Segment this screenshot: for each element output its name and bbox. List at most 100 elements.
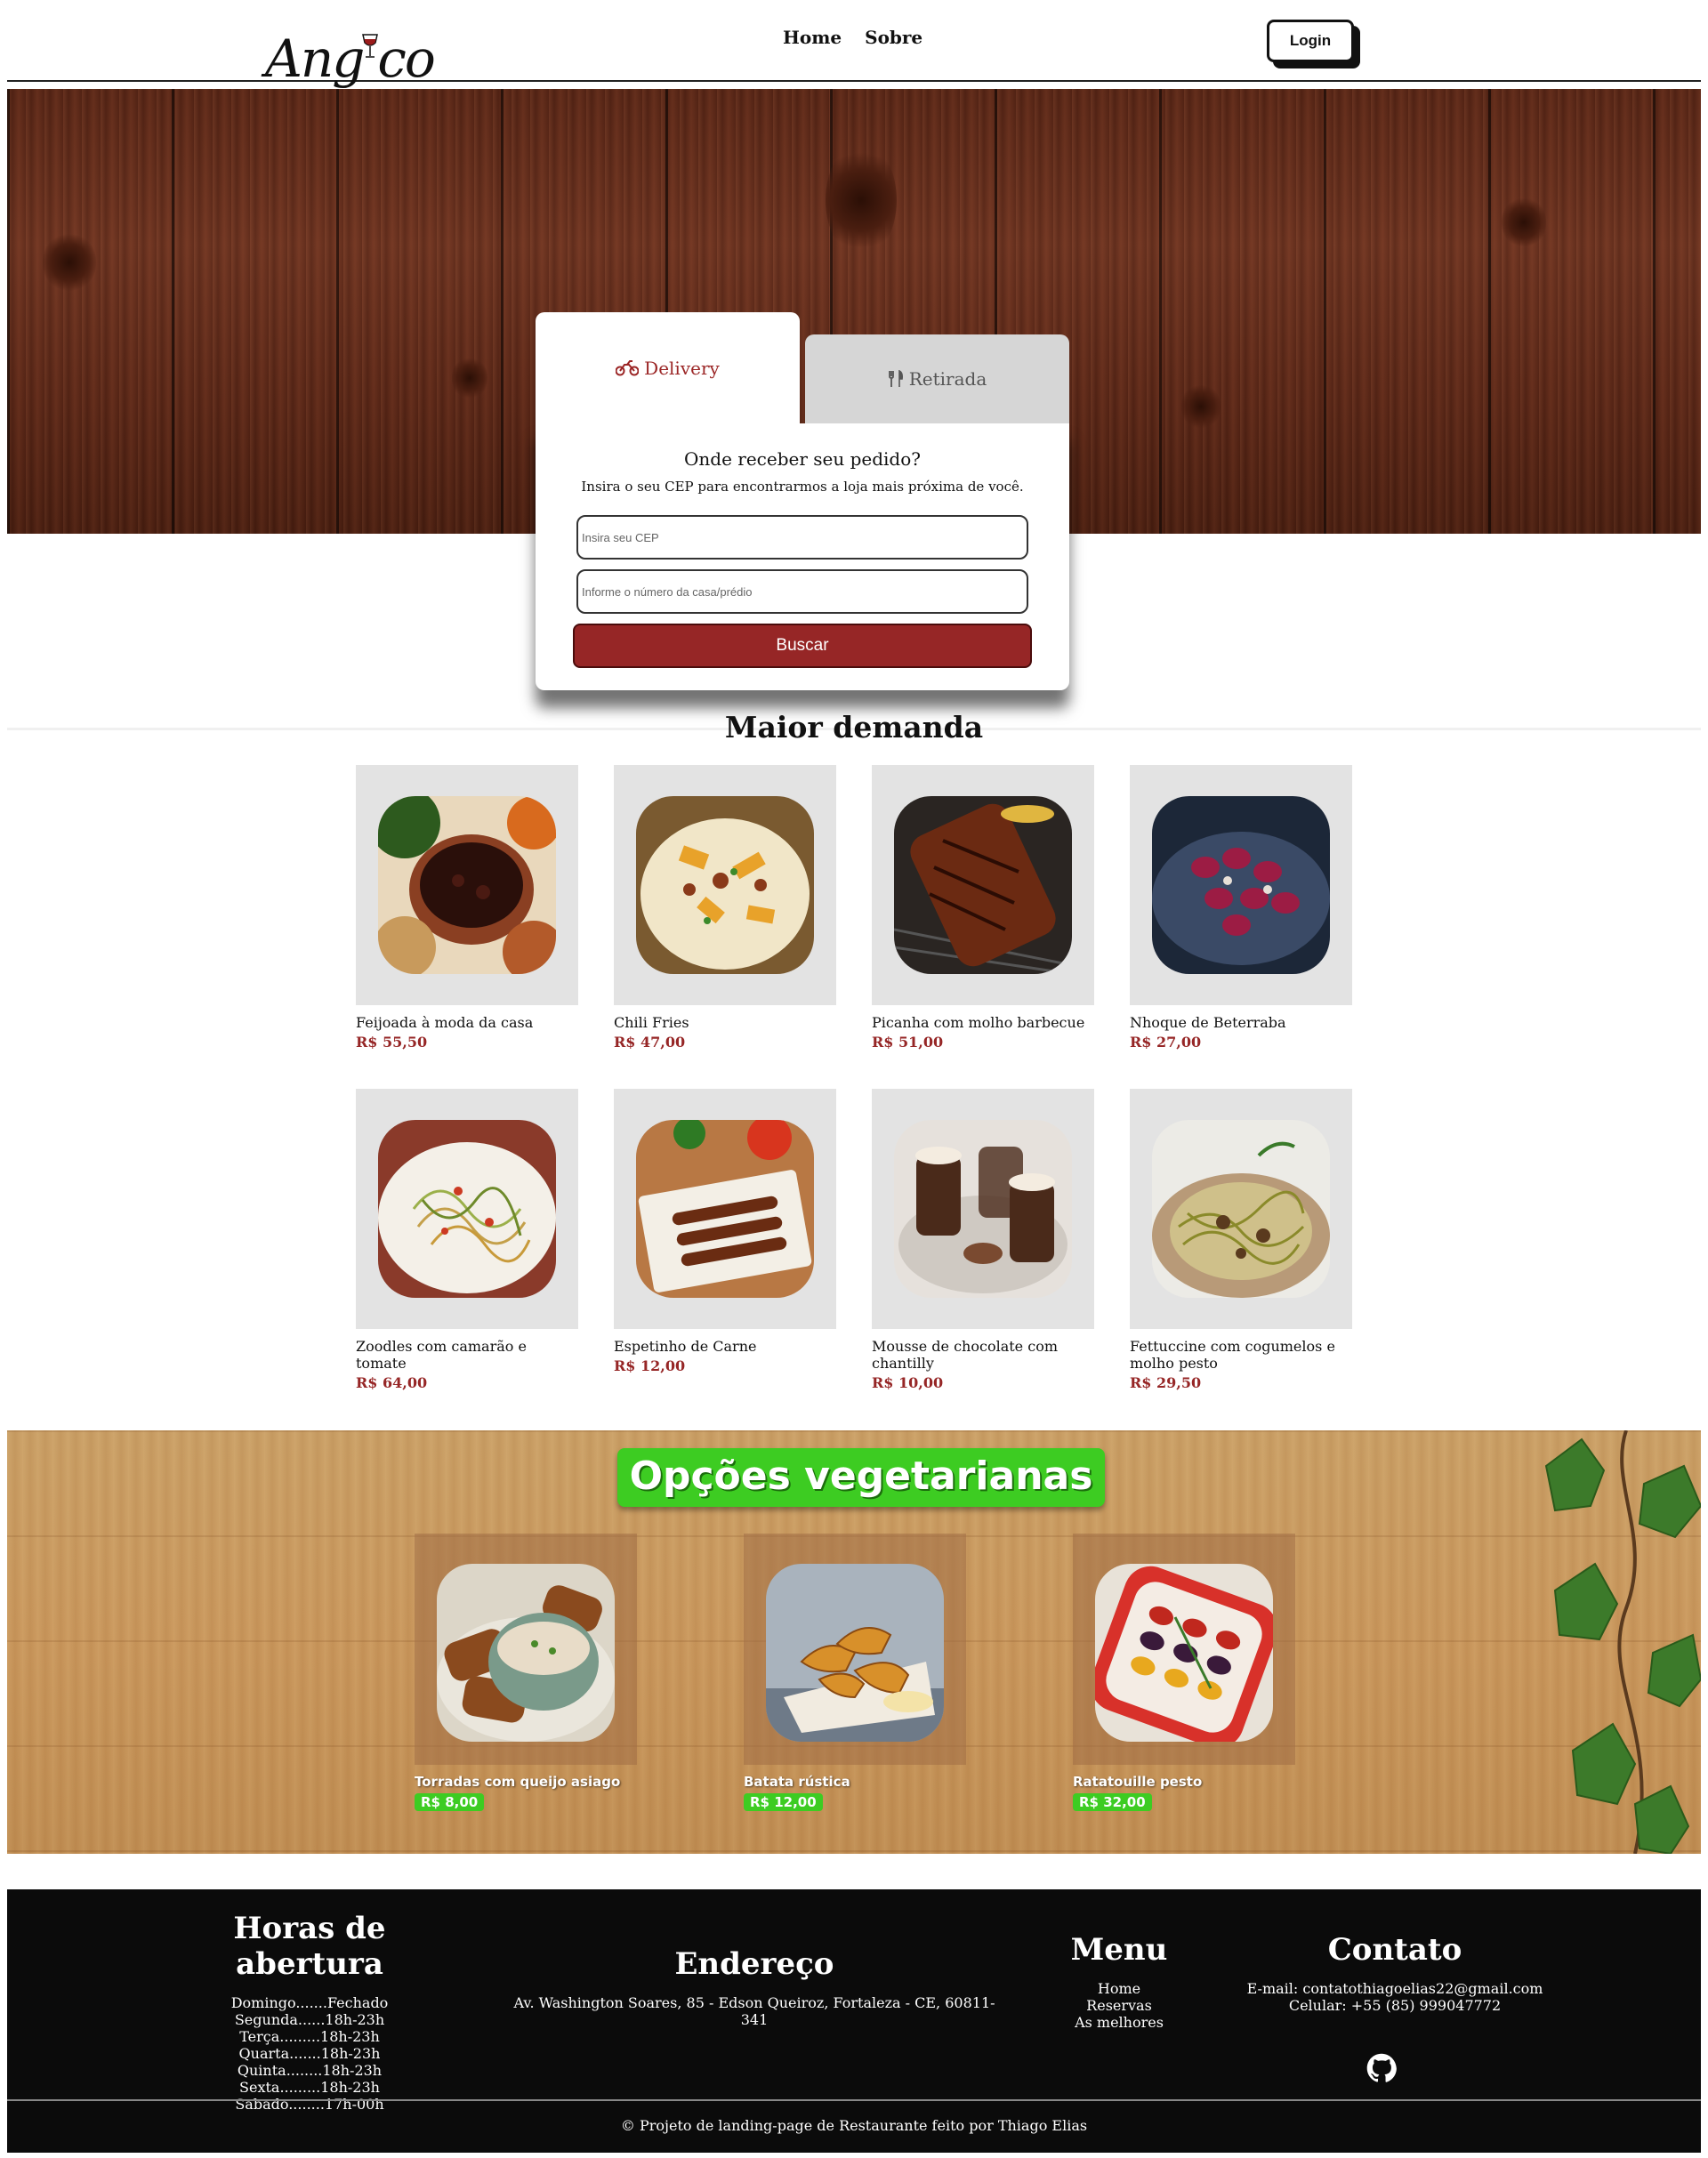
- dish-tile: [614, 1089, 836, 1329]
- veg-dish-price: R$ 8,00: [415, 1793, 485, 1811]
- vegetarian-section: Opções vegetarianas Torradas com queijo …: [7, 1430, 1701, 1854]
- logo-text-right: co: [377, 28, 435, 89]
- footer-address-title: Endereço: [674, 1946, 834, 1982]
- dish-tile: [872, 765, 1094, 1005]
- dish-photo: [1152, 1120, 1330, 1298]
- main-nav: Home Sobre: [783, 27, 922, 48]
- footer-contact: Contato E-mail: contatothiagoelias22@gma…: [1208, 1932, 1582, 2014]
- hours-line: Segunda......18h-23h: [234, 2011, 385, 2028]
- veg-dish-tile: [1073, 1534, 1295, 1765]
- dish-name: Espetinho de Carne: [614, 1338, 757, 1355]
- dish-card[interactable]: Feijoada à moda da casa R$ 55,50: [356, 765, 578, 1051]
- dish-name: Chili Fries: [614, 1014, 689, 1031]
- hours-line: Sabado........17h-00h: [235, 2096, 384, 2113]
- dish-price: R$ 27,00: [1130, 1034, 1202, 1051]
- dish-card[interactable]: Picanha com molho barbecue R$ 51,00: [872, 765, 1094, 1051]
- dish-tile: [356, 765, 578, 1005]
- veg-dish-card[interactable]: Ratatouille pesto R$ 32,00: [1073, 1534, 1295, 1811]
- hours-line: Quinta........18h-23h: [237, 2062, 383, 2079]
- tab-retirada[interactable]: Retirada: [805, 334, 1069, 423]
- order-card: Delivery Retirada Onde receber seu pedid…: [536, 312, 1069, 690]
- dish-tile: [614, 765, 836, 1005]
- dish-name: Feijoada à moda da casa: [356, 1014, 534, 1031]
- motorcycle-icon: [616, 359, 640, 375]
- dish-name: Fettuccine com cogumelos e molho pesto: [1130, 1338, 1335, 1372]
- tab-retirada-label: Retirada: [908, 368, 987, 390]
- hours-line: Terça.........18h-23h: [239, 2028, 380, 2045]
- footer-address: Endereço Av. Washington Soares, 85 - Eds…: [505, 1946, 1003, 2028]
- contact-phone: Celular: +55 (85) 999047772: [1288, 1997, 1502, 2014]
- dish-photo: [894, 796, 1072, 974]
- veg-dish-price: R$ 32,00: [1073, 1793, 1152, 1811]
- nav-sobre-link[interactable]: Sobre: [865, 27, 922, 48]
- footer-menu-home-link[interactable]: Home: [1012, 1980, 1226, 1997]
- footer-contact-title: Contato: [1327, 1932, 1462, 1968]
- house-number-input[interactable]: [576, 569, 1028, 614]
- veg-dish-name: Torradas com queijo asiago: [415, 1774, 621, 1790]
- veg-dish-name: Ratatouille pesto: [1073, 1774, 1203, 1790]
- dish-tile: [356, 1089, 578, 1329]
- dish-photo: [894, 1120, 1072, 1298]
- veg-dish-photo: [1095, 1564, 1273, 1742]
- section-title-vegetarianas: Opções vegetarianas: [617, 1448, 1105, 1507]
- dish-photo: [378, 1120, 556, 1298]
- buscar-button[interactable]: Buscar: [573, 624, 1032, 668]
- dish-name: Nhoque de Beterraba: [1130, 1014, 1286, 1031]
- nav-home-link[interactable]: Home: [783, 27, 842, 48]
- copyright-text: © Projeto de landing-page de Restaurante…: [620, 2117, 1088, 2134]
- address-text: Av. Washington Soares, 85 - Edson Queiro…: [513, 1994, 995, 2028]
- site-footer: Horas de abertura Domingo.......Fechado …: [7, 1889, 1701, 2153]
- hours-line: Sexta.........18h-23h: [239, 2079, 380, 2096]
- dish-tile: [1130, 1089, 1352, 1329]
- dish-price: R$ 47,00: [614, 1034, 686, 1051]
- footer-menu-title: Menu: [1070, 1932, 1168, 1968]
- logo[interactable]: Ang co: [265, 11, 436, 89]
- dish-price: R$ 64,00: [356, 1374, 428, 1391]
- hours-line: Quarta.......18h-23h: [238, 2045, 381, 2062]
- dish-name: Mousse de chocolate com chantilly: [872, 1338, 1058, 1372]
- contact-email[interactable]: E-mail: contatothiagoelias22@gmail.com: [1208, 1980, 1582, 1997]
- section-title-maior-demanda: Maior demanda: [724, 710, 984, 745]
- veg-dish-tile: [415, 1534, 637, 1765]
- dish-price: R$ 29,50: [1130, 1374, 1202, 1391]
- veg-dish-price: R$ 12,00: [744, 1793, 823, 1811]
- dish-photo: [636, 1120, 814, 1298]
- footer-divider: [7, 2099, 1701, 2101]
- footer-menu-melhores-link[interactable]: As melhores: [1012, 2014, 1226, 2031]
- dish-card[interactable]: Espetinho de Carne R$ 12,00: [614, 1089, 836, 1374]
- order-title: Onde receber seu pedido?: [683, 448, 921, 470]
- veg-dish-card[interactable]: Batata rústica R$ 12,00: [744, 1534, 966, 1811]
- order-form: Onde receber seu pedido? Insira o seu CE…: [536, 423, 1069, 690]
- dish-price: R$ 51,00: [872, 1034, 944, 1051]
- dish-price: R$ 12,00: [614, 1357, 686, 1374]
- order-subtitle: Insira o seu CEP para encontrarmos a loj…: [581, 479, 1024, 495]
- veg-dish-photo: [766, 1564, 944, 1742]
- dish-name: Picanha com molho barbecue: [872, 1014, 1085, 1031]
- tab-delivery[interactable]: Delivery: [536, 312, 800, 423]
- logo-text-left: Ang: [265, 28, 365, 89]
- dish-card[interactable]: Zoodles com camarão e tomate R$ 64,00: [356, 1089, 578, 1391]
- dish-photo: [636, 796, 814, 974]
- hours-list: Domingo.......Fechado Segunda......18h-2…: [167, 1994, 452, 2113]
- hours-line: Domingo.......Fechado: [230, 1994, 389, 2011]
- footer-menu-reservas-link[interactable]: Reservas: [1012, 1997, 1226, 2014]
- veg-dish-tile: [744, 1534, 966, 1765]
- veg-dish-photo: [437, 1564, 615, 1742]
- dish-tile: [1130, 765, 1352, 1005]
- footer-menu: Menu Home Reservas As melhores: [1012, 1932, 1226, 2031]
- dish-card[interactable]: Fettuccine com cogumelos e molho pesto R…: [1130, 1089, 1352, 1391]
- dish-card[interactable]: Nhoque de Beterraba R$ 27,00: [1130, 765, 1352, 1051]
- ivy-leaves-decoration: [1544, 1430, 1701, 1854]
- dish-card[interactable]: Chili Fries R$ 47,00: [614, 765, 836, 1051]
- dish-card[interactable]: Mousse de chocolate com chantilly R$ 10,…: [872, 1089, 1094, 1391]
- dish-price: R$ 55,50: [356, 1034, 428, 1051]
- veg-dish-name: Batata rústica: [744, 1774, 850, 1790]
- github-icon[interactable]: [1366, 2053, 1397, 2083]
- dish-photo: [1152, 796, 1330, 974]
- veg-dish-card[interactable]: Torradas com queijo asiago R$ 8,00: [415, 1534, 637, 1811]
- dish-price: R$ 10,00: [872, 1374, 944, 1391]
- login-button[interactable]: Login: [1267, 20, 1354, 62]
- cep-input[interactable]: [576, 515, 1028, 560]
- footer-hours: Horas de abertura Domingo.......Fechado …: [167, 1911, 452, 2113]
- dish-tile: [872, 1089, 1094, 1329]
